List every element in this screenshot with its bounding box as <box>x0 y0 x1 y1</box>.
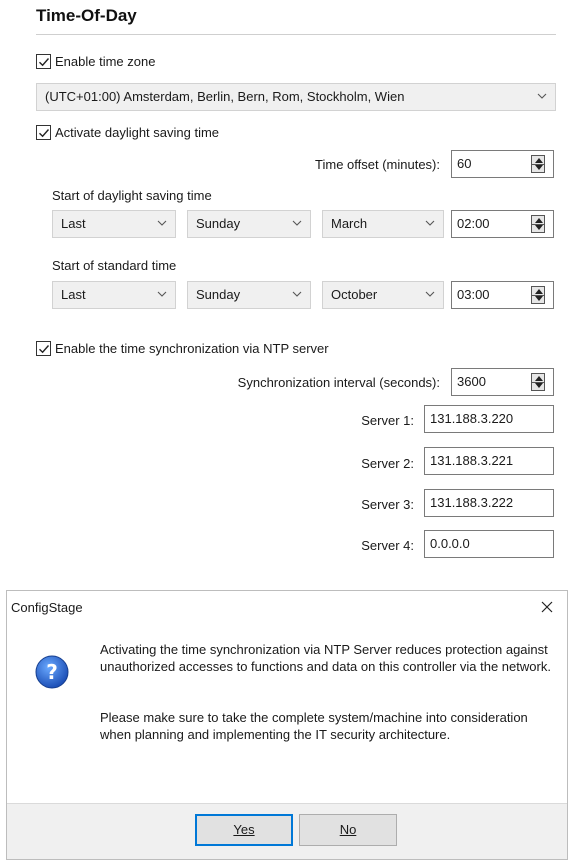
enable-timezone-label: Enable time zone <box>55 54 156 69</box>
server-1-label: Server 1: <box>361 413 414 428</box>
server-2-input[interactable]: 131.188.3.221 <box>424 447 554 475</box>
dst-time-value: 02:00 <box>457 216 490 231</box>
server-2-label: Server 2: <box>361 456 414 471</box>
activate-dst-label: Activate daylight saving time <box>55 125 220 140</box>
svg-text:?: ? <box>46 660 58 684</box>
dialog-title: ConfigStage <box>11 600 83 615</box>
std-day-value: Sunday <box>196 287 241 302</box>
std-time-value: 03:00 <box>457 287 490 302</box>
timezone-select-value: (UTC+01:00) Amsterdam, Berlin, Bern, Rom… <box>45 89 405 104</box>
sync-interval-value: 3600 <box>457 374 486 389</box>
server-4-label: Server 4: <box>361 538 414 553</box>
checkmark-icon <box>39 345 50 354</box>
time-offset-label: Time offset (minutes): <box>315 157 440 172</box>
chevron-down-icon <box>292 220 302 226</box>
dst-week-value: Last <box>61 216 86 231</box>
dialog-body: ? Activating the time synchronization vi… <box>7 625 567 803</box>
chevron-down-icon <box>425 291 435 297</box>
std-time-spinner[interactable] <box>531 286 545 304</box>
server-1-value: 131.188.3.220 <box>430 411 514 426</box>
no-button[interactable]: No <box>299 814 397 846</box>
sync-interval-label: Synchronization interval (seconds): <box>237 375 440 390</box>
dst-time-spinner[interactable] <box>531 215 545 233</box>
timezone-select[interactable]: (UTC+01:00) Amsterdam, Berlin, Bern, Rom… <box>36 83 556 111</box>
yes-button-label: Yes <box>233 822 255 837</box>
confirm-dialog: ConfigStage ? Activating the time synchr… <box>6 590 568 860</box>
activate-dst-checkbox[interactable] <box>36 125 51 140</box>
dst-day-select[interactable]: Sunday <box>187 210 311 238</box>
start-standard-label: Start of standard time <box>52 258 177 273</box>
dst-month-select[interactable]: March <box>322 210 444 238</box>
server-4-value: 0.0.0.0 <box>430 536 470 551</box>
section-title: Time-Of-Day <box>36 6 137 25</box>
server-1-input[interactable]: 131.188.3.220 <box>424 405 554 433</box>
std-month-value: October <box>331 287 378 302</box>
question-icon: ? <box>35 655 69 689</box>
no-button-label: No <box>339 822 357 837</box>
server-3-label: Server 3: <box>361 497 414 512</box>
dialog-titlebar: ConfigStage <box>7 591 567 625</box>
server-3-value: 131.188.3.222 <box>430 495 514 510</box>
std-week-value: Last <box>61 287 86 302</box>
enable-ntp-label: Enable the time synchronization via NTP … <box>55 341 329 356</box>
chevron-down-icon <box>157 291 167 297</box>
server-2-value: 131.188.3.221 <box>430 453 514 468</box>
server-3-input[interactable]: 131.188.3.222 <box>424 489 554 517</box>
sync-interval-spinner[interactable] <box>531 373 545 391</box>
chevron-down-icon <box>292 291 302 297</box>
checkmark-icon <box>39 58 50 67</box>
close-icon[interactable] <box>537 597 557 617</box>
dst-month-value: March <box>331 216 368 231</box>
std-month-select[interactable]: October <box>322 281 444 309</box>
std-week-select[interactable]: Last <box>52 281 176 309</box>
dialog-message-2: Please make sure to take the complete sy… <box>100 710 528 742</box>
server-4-input[interactable]: 0.0.0.0 <box>424 530 554 558</box>
yes-button[interactable]: Yes <box>195 814 293 846</box>
enable-timezone-checkbox[interactable] <box>36 54 51 69</box>
title-divider <box>36 34 556 35</box>
checkmark-icon <box>39 129 50 138</box>
time-offset-value: 60 <box>457 156 472 171</box>
chevron-down-icon <box>157 220 167 226</box>
start-dst-label: Start of daylight saving time <box>52 188 212 203</box>
chevron-down-icon <box>537 93 547 99</box>
time-offset-spinner[interactable] <box>531 155 545 173</box>
dst-day-value: Sunday <box>196 216 241 231</box>
dst-week-select[interactable]: Last <box>52 210 176 238</box>
chevron-down-icon <box>425 220 435 226</box>
enable-ntp-checkbox[interactable] <box>36 341 51 356</box>
std-day-select[interactable]: Sunday <box>187 281 311 309</box>
dialog-message-1: Activating the time synchronization via … <box>100 642 551 674</box>
dialog-footer: Yes No <box>7 803 567 859</box>
